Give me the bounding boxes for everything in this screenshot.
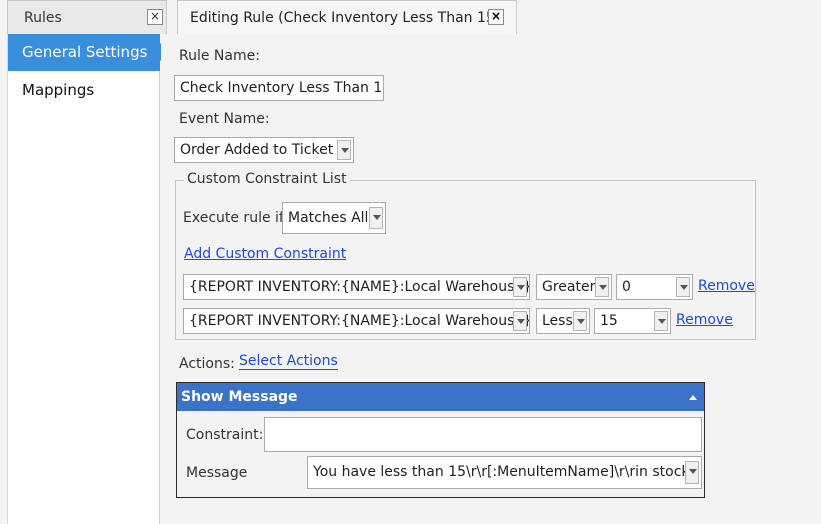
sidebar-item-mappings[interactable]: Mappings: [8, 72, 160, 109]
execute-rule-value: Matches All: [288, 210, 369, 226]
select-actions-link[interactable]: Select Actions: [239, 353, 338, 370]
collapse-icon[interactable]: [689, 395, 697, 400]
tab-rules[interactable]: Rules ×: [7, 0, 167, 34]
execute-rule-select[interactable]: Matches All: [282, 202, 386, 234]
chevron-down-icon[interactable]: [513, 277, 527, 297]
actions-label: Actions:: [179, 356, 235, 372]
constraint-value: 15: [600, 313, 618, 329]
message-label: Message: [186, 465, 248, 481]
remove-constraint-link[interactable]: Remove: [676, 312, 733, 328]
message-value: You have less than 15\r\r[:MenuItemName]…: [313, 464, 694, 480]
tab-editing-rule[interactable]: Editing Rule (Check Inventory Less Than …: [177, 0, 517, 34]
chevron-down-icon[interactable]: [513, 311, 527, 331]
sidebar-item-general-settings[interactable]: General Settings: [8, 34, 169, 71]
rule-name-label: Rule Name:: [179, 48, 260, 64]
constraint-operator-select[interactable]: Less: [536, 308, 590, 334]
custom-constraint-list: Custom Constraint List Execute rule if M…: [175, 171, 756, 340]
close-icon[interactable]: ×: [147, 9, 163, 25]
event-name-select[interactable]: Order Added to Ticket: [174, 137, 354, 163]
constraint-operator-select[interactable]: Greater: [536, 274, 612, 300]
tab-editing-rule-label: Editing Rule (Check Inventory Less Than …: [190, 9, 501, 26]
message-select[interactable]: You have less than 15\r\r[:MenuItemName]…: [307, 456, 702, 489]
tab-rules-label: Rules: [24, 9, 62, 26]
add-custom-constraint-link[interactable]: Add Custom Constraint: [184, 246, 346, 262]
chevron-down-icon[interactable]: [337, 140, 351, 160]
constraint-label: Constraint:: [186, 427, 264, 443]
constraint-field-select[interactable]: {REPORT INVENTORY:{NAME}:Local Warehouse…: [183, 308, 530, 334]
constraint-field-value: {REPORT INVENTORY:{NAME}:Local Warehouse…: [189, 279, 530, 295]
chevron-down-icon[interactable]: [685, 461, 699, 484]
constraint-operator-value: Greater: [542, 279, 596, 295]
remove-constraint-link[interactable]: Remove: [698, 278, 755, 294]
event-name-value: Order Added to Ticket: [180, 142, 334, 158]
rule-name-input[interactable]: Check Inventory Less Than 15: [174, 75, 384, 101]
chevron-down-icon[interactable]: [573, 311, 587, 331]
constraint-field-select[interactable]: {REPORT INVENTORY:{NAME}:Local Warehouse…: [183, 274, 530, 300]
constraint-value-select[interactable]: 15: [594, 308, 671, 334]
chevron-down-icon[interactable]: [595, 277, 609, 297]
constraint-field-value: {REPORT INVENTORY:{NAME}:Local Warehouse…: [189, 313, 530, 329]
execute-rule-label: Execute rule if: [183, 210, 284, 226]
chevron-down-icon[interactable]: [654, 311, 668, 331]
close-icon[interactable]: ×: [488, 9, 504, 25]
sidebar: General Settings Mappings: [7, 34, 169, 524]
chevron-down-icon[interactable]: [676, 277, 690, 297]
general-settings-panel: Rule Name: Check Inventory Less Than 15 …: [161, 34, 821, 524]
action-title: Show Message: [181, 389, 298, 405]
constraint-value-select[interactable]: 0: [616, 274, 693, 300]
constraint-operator-value: Less: [542, 313, 573, 329]
chevron-down-icon[interactable]: [369, 207, 383, 229]
event-name-label: Event Name:: [179, 111, 270, 127]
show-message-panel: Show Message Constraint: Message You hav…: [176, 382, 705, 498]
group-title: Custom Constraint List: [184, 171, 350, 187]
action-header[interactable]: Show Message: [177, 383, 704, 411]
constraint-input[interactable]: [264, 417, 702, 452]
constraint-value: 0: [622, 279, 631, 295]
